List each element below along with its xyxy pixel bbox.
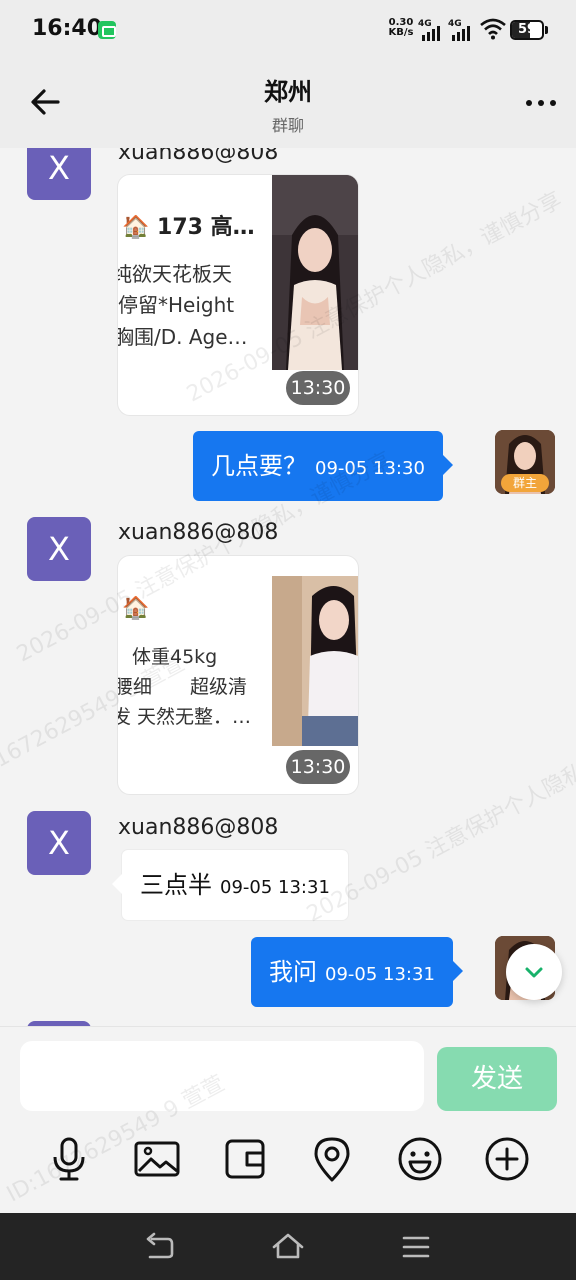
- microphone-icon[interactable]: [45, 1135, 93, 1183]
- card-line: 停留*Height: [118, 293, 235, 317]
- status-bar: 16:40 0.30 KB/s 4G 4G 59: [0, 0, 576, 60]
- card-line: 体重45kg: [132, 646, 218, 668]
- card-line: 🏠: [122, 596, 150, 621]
- sender-avatar[interactable]: X: [27, 148, 91, 200]
- message-timestamp: 09-05 13:31: [325, 964, 435, 985]
- message-list[interactable]: X xuan886@808 🏠 173 高… 纯欲天花板天 停留*Height …: [0, 148, 576, 1026]
- card-text: 🏠 173 高… 纯欲天花板天 停留*Height 胸围/D. Age…: [118, 175, 272, 370]
- chevron-down-icon: [525, 967, 543, 978]
- card-line: 腰细 超级清: [118, 676, 248, 698]
- card-photo: [272, 576, 358, 746]
- chat-header: 郑州 群聊: [0, 60, 576, 148]
- battery-icon: 59: [510, 20, 544, 40]
- card-timestamp: 13:30: [286, 750, 350, 784]
- chat-screen: 16:40 0.30 KB/s 4G 4G 59 郑州 群聊 X xuan886…: [0, 0, 576, 1280]
- signal-type-label: 4G: [448, 19, 462, 29]
- status-time: 16:40: [32, 16, 103, 41]
- card-timestamp: 13:30: [286, 371, 350, 405]
- wallet-icon[interactable]: [221, 1135, 269, 1183]
- notification-app-icon: [98, 21, 116, 39]
- nav-back-icon[interactable]: [142, 1229, 178, 1265]
- sender-name: xuan886@808: [118, 148, 279, 165]
- cell-signal-icon: 4G: [418, 19, 444, 41]
- owner-badge: 群主: [501, 474, 549, 492]
- network-speed-unit: KB/s: [388, 27, 414, 38]
- shared-card[interactable]: 🏠 体重45kg 腰细 超级清 发 天然无整．… 13:30: [118, 556, 358, 794]
- signal-type-label: 4G: [418, 19, 432, 29]
- card-line: 发 天然无整．…: [118, 706, 252, 728]
- image-icon[interactable]: [133, 1135, 181, 1183]
- message-timestamp: 09-05 13:30: [315, 458, 425, 479]
- sender-avatar[interactable]: X: [27, 811, 91, 875]
- scroll-to-bottom-button[interactable]: [506, 944, 562, 1000]
- sender-name: xuan886@808: [118, 815, 279, 840]
- cell-signal-icon: 4G: [448, 19, 474, 41]
- nav-home-icon[interactable]: [270, 1229, 306, 1265]
- chat-subtitle: 群聊: [271, 116, 304, 135]
- message-text: 我问: [269, 958, 317, 986]
- more-dots-icon[interactable]: [524, 96, 558, 112]
- outgoing-message-bubble[interactable]: 几点要？ 09-05 13:30: [193, 431, 453, 501]
- shared-card[interactable]: 🏠 173 高… 纯欲天花板天 停留*Height 胸围/D. Age… 13:…: [118, 175, 358, 415]
- network-speed: 0.30 KB/s: [386, 18, 416, 38]
- card-line: 胸围/D. Age…: [118, 325, 248, 349]
- sender-name: xuan886@808: [118, 520, 279, 545]
- my-avatar[interactable]: 群主: [495, 430, 555, 494]
- wifi-icon: [480, 18, 506, 40]
- incoming-message-bubble[interactable]: 三点半 09-05 13:31: [112, 850, 348, 920]
- nav-menu-icon[interactable]: [398, 1229, 434, 1265]
- card-text: 🏠 体重45kg 腰细 超级清 发 天然无整．…: [118, 556, 272, 746]
- outgoing-message-bubble[interactable]: 我问 09-05 13:31: [251, 937, 463, 1007]
- composer: 发送: [0, 1026, 576, 1213]
- chat-title: 郑州: [264, 78, 312, 106]
- emoji-icon[interactable]: [396, 1135, 444, 1183]
- message-timestamp: 09-05 13:31: [220, 877, 330, 898]
- card-line: 纯欲天花板天: [118, 262, 232, 286]
- sender-avatar[interactable]: X: [27, 517, 91, 581]
- message-text: 三点半: [140, 871, 212, 899]
- message-input[interactable]: [20, 1041, 424, 1111]
- location-pin-icon[interactable]: [308, 1135, 356, 1183]
- send-button[interactable]: 发送: [437, 1047, 557, 1111]
- battery-percent: 59: [517, 22, 537, 37]
- add-circle-icon[interactable]: [483, 1135, 531, 1183]
- system-nav-bar: [0, 1213, 576, 1280]
- card-line: 🏠 173 高…: [122, 215, 255, 240]
- battery-cap: [545, 26, 548, 34]
- message-text: 几点要？: [211, 452, 307, 480]
- card-photo: [272, 175, 358, 370]
